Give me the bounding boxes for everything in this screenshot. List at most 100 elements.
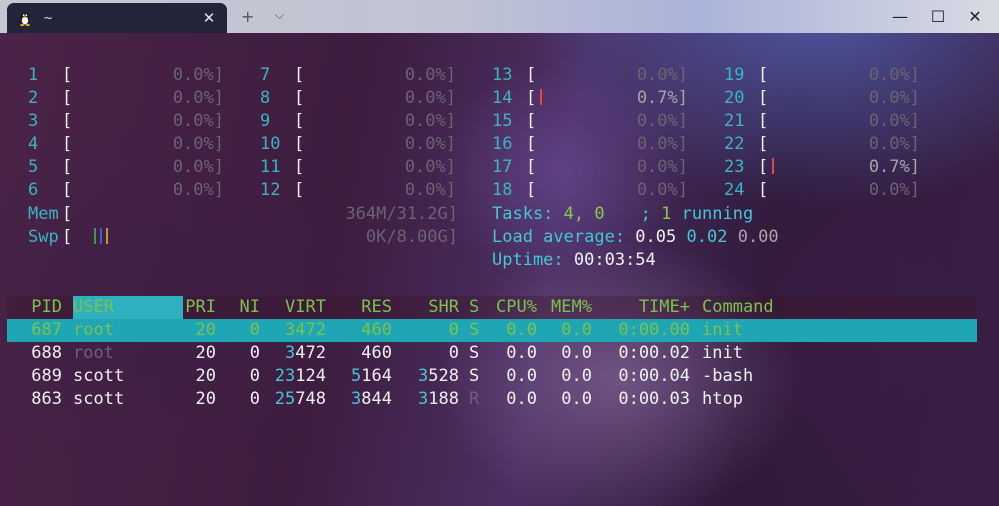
cpu-open-bracket: [ [294,180,305,200]
cpu-value: 0.7%] [636,88,688,108]
cpu-usage-bar [540,89,543,105]
cell-mem: 0.0 [561,389,592,409]
cell-res-low: 164 [361,366,392,386]
cpu-label: 21 [724,111,745,131]
cell-shr: 0 [448,343,459,363]
cpu-open-bracket: [ [758,156,775,179]
swp-label: Swp [28,227,59,247]
cpu-label: 22 [724,134,745,154]
cell-s: S [469,320,480,340]
chevron-down-icon[interactable]: ⌵ [275,8,284,23]
cpu-value: 0.0%] [172,180,224,200]
cell-res-low: 844 [361,389,392,409]
cpu-label: 19 [724,65,745,85]
cell-user: scott [73,389,125,409]
uptime-line: Uptime: 00:03:54 [492,249,656,272]
cell-shr-low: 528 [428,366,459,386]
cpu-label: 6 [28,180,39,200]
column-header-res[interactable]: RES [361,296,392,319]
cell-command: init [702,343,743,363]
cell-shr-high: 3 [418,366,429,386]
tasks-line: Tasks: 4, 0; 1 running [492,203,753,226]
cpu-open-bracket: [ [526,111,537,131]
cpu-label: 7 [260,65,271,85]
cell-mem: 0.0 [561,320,592,340]
cpu-open-bracket: [ [294,134,305,154]
cpu-open-bracket: [ [758,65,769,85]
tasks-sep: ; [640,204,662,224]
column-header-mem[interactable]: MEM% [551,296,592,319]
cpu-value: 0.0%] [172,157,224,177]
cell-time: 0:00.00 [618,320,690,340]
cpu-label: 1 [28,65,39,85]
cell-virt: 3472 [285,320,326,340]
mem-value: 364M/31.2G] [345,204,458,224]
cell-user: root [73,343,114,363]
tasks-label: Tasks: [492,204,564,224]
cell-pri: 20 [195,366,216,386]
cell-res: 3844 [351,388,392,411]
column-header-cpu[interactable]: CPU% [496,296,537,319]
swp-open-bracket: [ [62,227,73,247]
tab-home[interactable]: ~ ✕ [7,3,227,33]
cpu-label: 14 [492,88,513,108]
cpu-value: 0.0%] [404,134,456,154]
minimize-icon[interactable]: — [880,0,920,33]
column-header-shr[interactable]: SHR [428,296,459,319]
cpu-usage-bar [772,158,775,174]
column-header-pri[interactable]: PRI [185,296,216,319]
cpu-value: 0.0%] [868,180,920,200]
cell-time: 0:00.02 [618,343,690,363]
cell-pid: 687 [31,320,62,340]
cpu-value: 0.0%] [636,134,688,154]
cpu-label: 17 [492,157,513,177]
swp-value: 0K/8.00G] [365,227,458,247]
tab-close-icon[interactable]: ✕ [197,9,221,27]
cpu-label: 23 [724,157,745,177]
cpu-open-bracket: [ [758,180,769,200]
cell-virt: 23124 [275,365,326,388]
maximize-icon[interactable]: ☐ [918,0,958,33]
cpu-value: 0.0%] [868,134,920,154]
tab-title: ~ [43,11,54,25]
cpu-value: 0.0%] [404,180,456,200]
new-tab-icon[interactable]: + [241,7,254,26]
cell-virt-high: 25 [274,389,296,409]
column-header-virt[interactable]: VIRT [285,296,326,319]
close-icon[interactable]: ✕ [955,0,995,33]
column-header-ni[interactable]: NI [240,296,260,319]
cpu-open-bracket: [ [526,157,537,177]
running-value: 1 [661,204,672,224]
cpu-label: 3 [28,111,39,131]
cell-time: 0:00.04 [618,366,690,386]
cell-shr: 0 [448,320,459,340]
cpu-value: 0.0%] [404,111,456,131]
cell-cpu: 0.0 [506,343,537,363]
column-header-user[interactable]: USER [73,296,114,319]
column-header-command[interactable]: Command [702,296,774,319]
column-header-pid[interactable]: PID [31,296,62,319]
cell-shr: 3188 [418,388,459,411]
cell-virt-high: 23 [274,366,296,386]
load-15: 0.00 [737,227,779,247]
cpu-value: 0.0%] [404,157,456,177]
cpu-value: 0.0%] [636,111,688,131]
cpu-value: 0.0%] [868,111,920,131]
cpu-label: 13 [492,65,513,85]
selected-row-highlight[interactable] [7,319,977,342]
uptime-value: 00:03:54 [573,250,656,270]
cpu-label: 5 [28,157,39,177]
cpu-open-bracket: [ [758,111,769,131]
cpu-open-bracket: [ [526,180,537,200]
cpu-open-bracket: [ [62,65,73,85]
column-header-time[interactable]: TIME+ [639,296,690,319]
cell-cpu: 0.0 [506,389,537,409]
cell-res: 460 [361,343,392,363]
cpu-value: 0.0%] [172,134,224,154]
cell-pri: 20 [195,343,216,363]
cell-res-high: 5 [351,366,362,386]
uptime-label: Uptime: [492,250,574,270]
cpu-value: 0.0%] [868,88,920,108]
column-header-s[interactable]: S [469,296,479,319]
cell-user: root [73,320,114,340]
